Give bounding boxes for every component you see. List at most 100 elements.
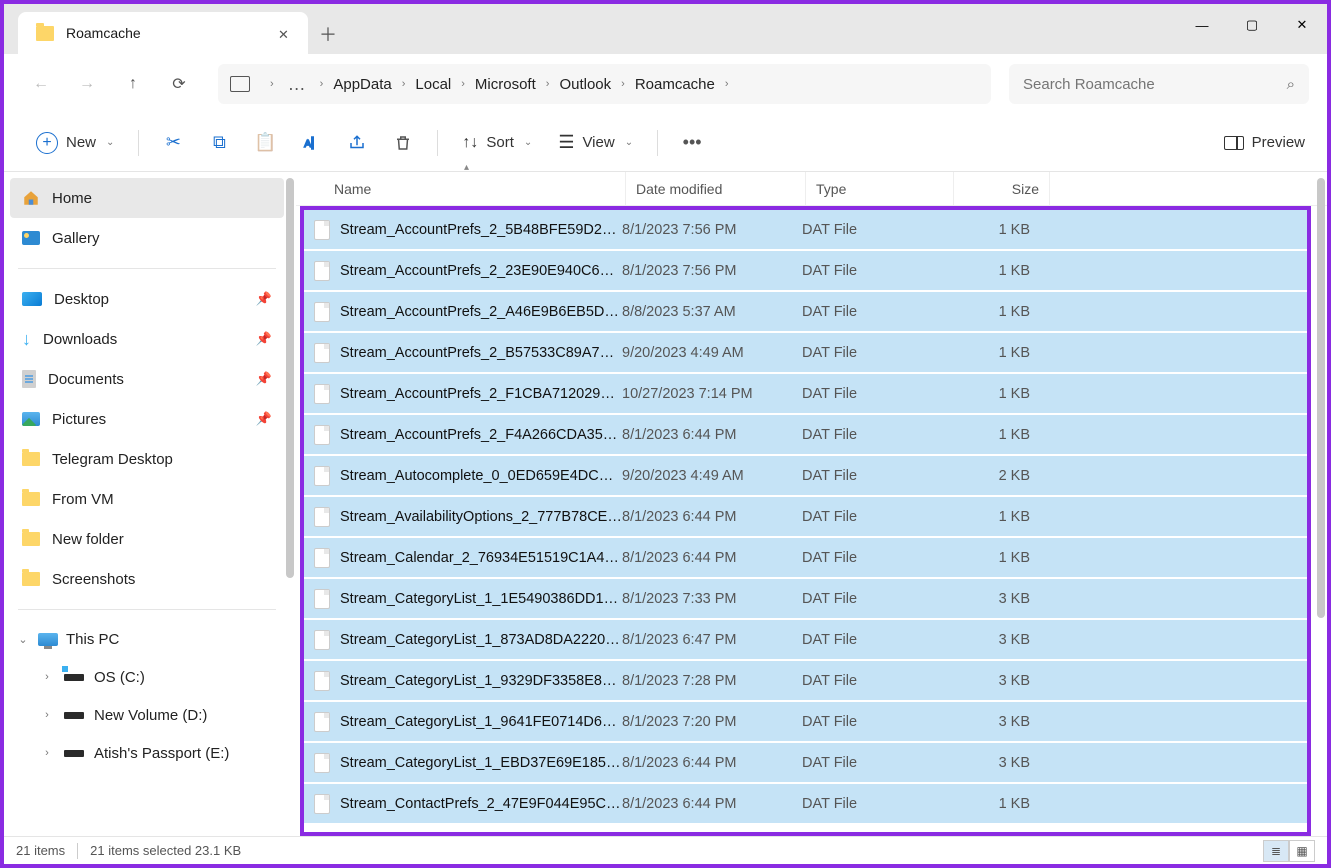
file-icon: [314, 220, 330, 240]
breadcrumb-segment[interactable]: Local: [415, 76, 451, 93]
details-view-button[interactable]: ≣: [1263, 840, 1289, 862]
column-name[interactable]: Name: [324, 172, 626, 205]
forward-button[interactable]: →: [68, 65, 106, 103]
table-row[interactable]: Stream_AccountPrefs_2_5B48BFE59D2DD... 8…: [304, 210, 1307, 251]
sidebar-item-drive[interactable]: ›New Volume (D:): [10, 696, 284, 734]
window-tab[interactable]: Roamcache ✕: [18, 12, 308, 54]
file-name: Stream_ContactPrefs_2_47E9F044E95CA0...: [340, 796, 622, 812]
folder-icon: [22, 532, 40, 546]
breadcrumb-segment[interactable]: Outlook: [559, 76, 611, 93]
file-icon: [314, 671, 330, 691]
chevron-right-icon[interactable]: ›: [320, 78, 324, 90]
breadcrumb-segment[interactable]: Microsoft: [475, 76, 536, 93]
thumbnails-view-button[interactable]: ▦: [1289, 840, 1315, 862]
chevron-right-icon[interactable]: ›: [270, 78, 274, 90]
file-type: DAT File: [802, 304, 950, 320]
table-row[interactable]: Stream_AccountPrefs_2_B57533C89A728... 9…: [304, 333, 1307, 374]
search-input[interactable]: [1023, 76, 1295, 93]
paste-button[interactable]: 📋: [245, 125, 285, 161]
sidebar-item-pinned[interactable]: Pictures📌: [10, 399, 284, 439]
cut-button[interactable]: ✂: [153, 125, 193, 161]
table-row[interactable]: Stream_Calendar_2_76934E51519C1A4EA... 8…: [304, 538, 1307, 579]
breadcrumb-segment[interactable]: Roamcache: [635, 76, 715, 93]
rename-button[interactable]: A: [291, 125, 331, 161]
chevron-down-icon[interactable]: ⌄: [16, 633, 30, 646]
breadcrumb[interactable]: › … › AppData › Local › Microsoft › Outl…: [218, 64, 991, 104]
file-date: 9/20/2023 4:49 AM: [622, 345, 802, 361]
column-type[interactable]: Type: [806, 172, 954, 205]
sidebar-item-gallery[interactable]: Gallery: [10, 218, 284, 258]
new-tab-button[interactable]: ＋: [308, 14, 348, 54]
table-row[interactable]: Stream_CategoryList_1_EBD37E69E185B6... …: [304, 743, 1307, 784]
sidebar-item-pinned[interactable]: Documents📌: [10, 359, 284, 399]
file-icon: [314, 589, 330, 609]
chevron-right-icon[interactable]: ›: [40, 671, 54, 683]
file-size: 1 KB: [950, 222, 1030, 238]
table-row[interactable]: Stream_AccountPrefs_2_23E90E940C61A... 8…: [304, 251, 1307, 292]
table-row[interactable]: Stream_CategoryList_1_873AD8DA2220E... 8…: [304, 620, 1307, 661]
sidebar-item-pinned[interactable]: Desktop📌: [10, 279, 284, 319]
more-button[interactable]: •••: [672, 125, 712, 161]
chevron-right-icon[interactable]: ›: [725, 78, 729, 90]
chevron-right-icon[interactable]: ›: [40, 709, 54, 721]
pin-icon[interactable]: 📌: [256, 331, 272, 347]
sidebar-item-pinned[interactable]: From VM: [10, 479, 284, 519]
column-date[interactable]: Date modified: [626, 172, 806, 205]
sidebar-item-pinned[interactable]: Telegram Desktop: [10, 439, 284, 479]
chevron-right-icon[interactable]: ›: [40, 747, 54, 759]
pin-icon[interactable]: 📌: [256, 371, 272, 387]
file-list[interactable]: Stream_AccountPrefs_2_5B48BFE59D2DD... 8…: [300, 206, 1311, 836]
sidebar-item-drive[interactable]: ›OS (C:): [10, 658, 284, 696]
ellipsis-icon[interactable]: …: [288, 74, 306, 95]
pin-icon[interactable]: 📌: [256, 291, 272, 307]
share-button[interactable]: [337, 125, 377, 161]
file-type: DAT File: [802, 222, 950, 238]
maximize-button[interactable]: ▢: [1227, 4, 1277, 46]
table-row[interactable]: Stream_AccountPrefs_2_F1CBA71202957... 1…: [304, 374, 1307, 415]
divider: [18, 268, 276, 269]
sort-button[interactable]: ↑↓ Sort ⌄: [452, 125, 542, 161]
sidebar-item-home[interactable]: Home: [10, 178, 284, 218]
table-row[interactable]: Stream_Autocomplete_0_0ED659E4DCE5... 9/…: [304, 456, 1307, 497]
close-tab-icon[interactable]: ✕: [278, 27, 290, 39]
chevron-right-icon[interactable]: ›: [402, 78, 406, 90]
table-row[interactable]: Stream_AccountPrefs_2_A46E9B6EB5DB2... 8…: [304, 292, 1307, 333]
column-size[interactable]: Size: [954, 172, 1050, 205]
table-row[interactable]: Stream_AccountPrefs_2_F4A266CDA355E... 8…: [304, 415, 1307, 456]
tab-title: Roamcache: [66, 25, 278, 41]
file-type: DAT File: [802, 550, 950, 566]
chevron-right-icon[interactable]: ›: [621, 78, 625, 90]
back-button[interactable]: ←: [22, 65, 60, 103]
file-name: Stream_AccountPrefs_2_23E90E940C61A...: [340, 263, 622, 279]
folder-icon: [22, 412, 40, 426]
sidebar-item-pinned[interactable]: ↓Downloads📌: [10, 319, 284, 359]
sidebar-item-drive[interactable]: ›Atish's Passport (E:): [10, 734, 284, 772]
new-button[interactable]: + New ⌄: [26, 125, 124, 161]
table-row[interactable]: Stream_ContactPrefs_2_47E9F044E95CA0... …: [304, 784, 1307, 825]
scrollbar[interactable]: [286, 178, 294, 578]
up-button[interactable]: ↑: [114, 65, 152, 103]
search-box[interactable]: ⌕: [1009, 64, 1309, 104]
table-row[interactable]: Stream_CategoryList_1_1E5490386DD152... …: [304, 579, 1307, 620]
sidebar-item-pinned[interactable]: Screenshots: [10, 559, 284, 599]
table-row[interactable]: Stream_AvailabilityOptions_2_777B78CE0..…: [304, 497, 1307, 538]
scrollbar[interactable]: [1317, 178, 1325, 618]
pin-icon[interactable]: 📌: [256, 411, 272, 427]
view-button[interactable]: ☰ View ⌄: [548, 125, 643, 161]
table-row[interactable]: Stream_CategoryList_1_9329DF3358E801... …: [304, 661, 1307, 702]
search-icon[interactable]: ⌕: [1287, 76, 1295, 93]
copy-button[interactable]: ⧉: [199, 125, 239, 161]
minimize-button[interactable]: —: [1177, 4, 1227, 46]
file-name: Stream_CategoryList_1_1E5490386DD152...: [340, 591, 622, 607]
chevron-right-icon[interactable]: ›: [546, 78, 550, 90]
table-row[interactable]: Stream_CategoryList_1_9641FE0714D609... …: [304, 702, 1307, 743]
delete-button[interactable]: [383, 125, 423, 161]
sidebar-item-pinned[interactable]: New folder: [10, 519, 284, 559]
refresh-button[interactable]: ⟳: [160, 65, 198, 103]
chevron-right-icon[interactable]: ›: [461, 78, 465, 90]
breadcrumb-segment[interactable]: AppData: [333, 76, 391, 93]
preview-button[interactable]: Preview: [1224, 134, 1305, 151]
pc-icon: [38, 633, 58, 646]
close-window-button[interactable]: ✕: [1277, 4, 1327, 46]
sidebar-item-this-pc[interactable]: ⌄ This PC: [10, 620, 284, 658]
